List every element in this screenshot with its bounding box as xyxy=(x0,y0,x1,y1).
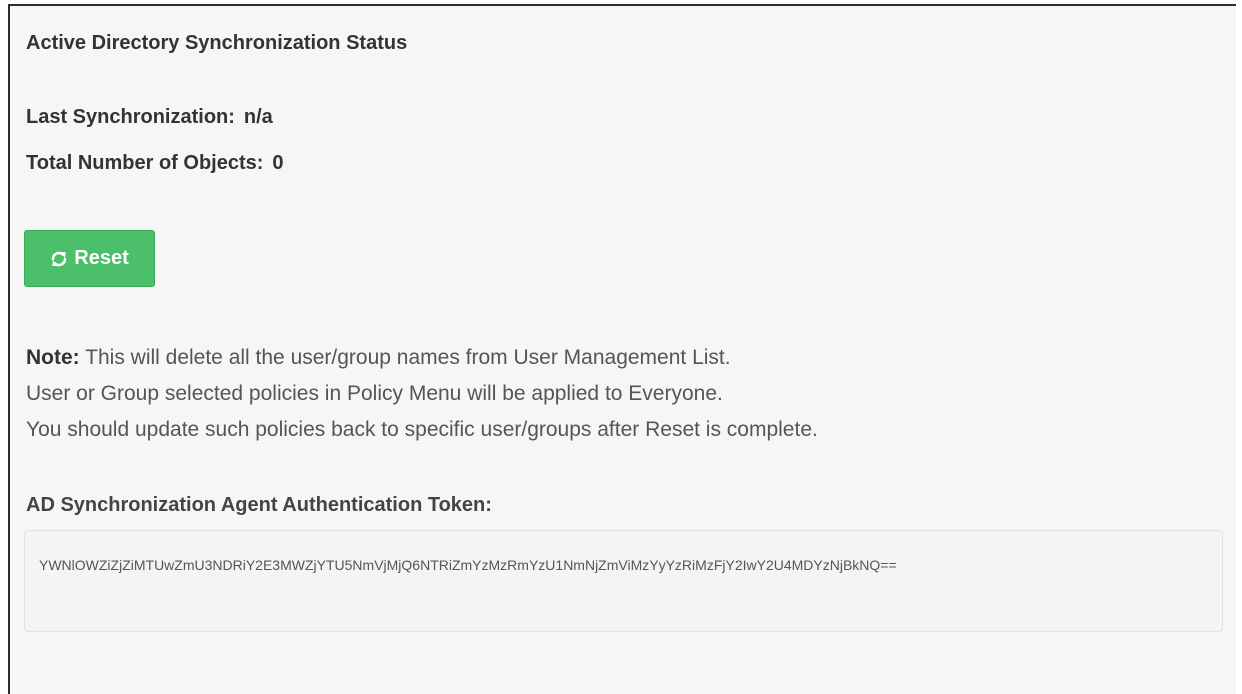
note-line-2: User or Group selected policies in Polic… xyxy=(26,382,723,405)
last-sync-row: Last Synchronization: n/a xyxy=(26,106,273,129)
panel-title: Active Directory Synchronization Status xyxy=(26,32,408,54)
reset-button[interactable]: Reset xyxy=(24,230,155,287)
reset-button-label: Reset xyxy=(74,247,129,269)
reset-note: Note: This will delete all the user/grou… xyxy=(26,340,818,448)
note-line-3: You should update such policies back to … xyxy=(26,418,818,441)
note-line-1: Note: This will delete all the user/grou… xyxy=(26,340,818,376)
total-objects-label: Total Number of Objects: xyxy=(26,152,264,174)
total-objects-row: Total Number of Objects: 0 xyxy=(26,152,284,175)
total-objects-value: 0 xyxy=(272,152,284,174)
note-line-1-text: This will delete all the user/group name… xyxy=(85,346,731,369)
note-label: Note: xyxy=(26,346,80,369)
ad-sync-status-panel: Active Directory Synchronization Status … xyxy=(8,4,1236,694)
token-box[interactable]: YWNlOWZiZjZiMTUwZmU3NDRiY2E3MWZjYTU5NmVj… xyxy=(24,530,1223,632)
auth-token-value[interactable]: YWNlOWZiZjZiMTUwZmU3NDRiY2E3MWZjYTU5NmVj… xyxy=(39,553,1207,577)
last-sync-label: Last Synchronization: xyxy=(26,106,235,128)
token-heading: AD Synchronization Agent Authentication … xyxy=(26,494,492,516)
last-sync-value: n/a xyxy=(243,106,273,128)
refresh-icon xyxy=(50,250,68,268)
